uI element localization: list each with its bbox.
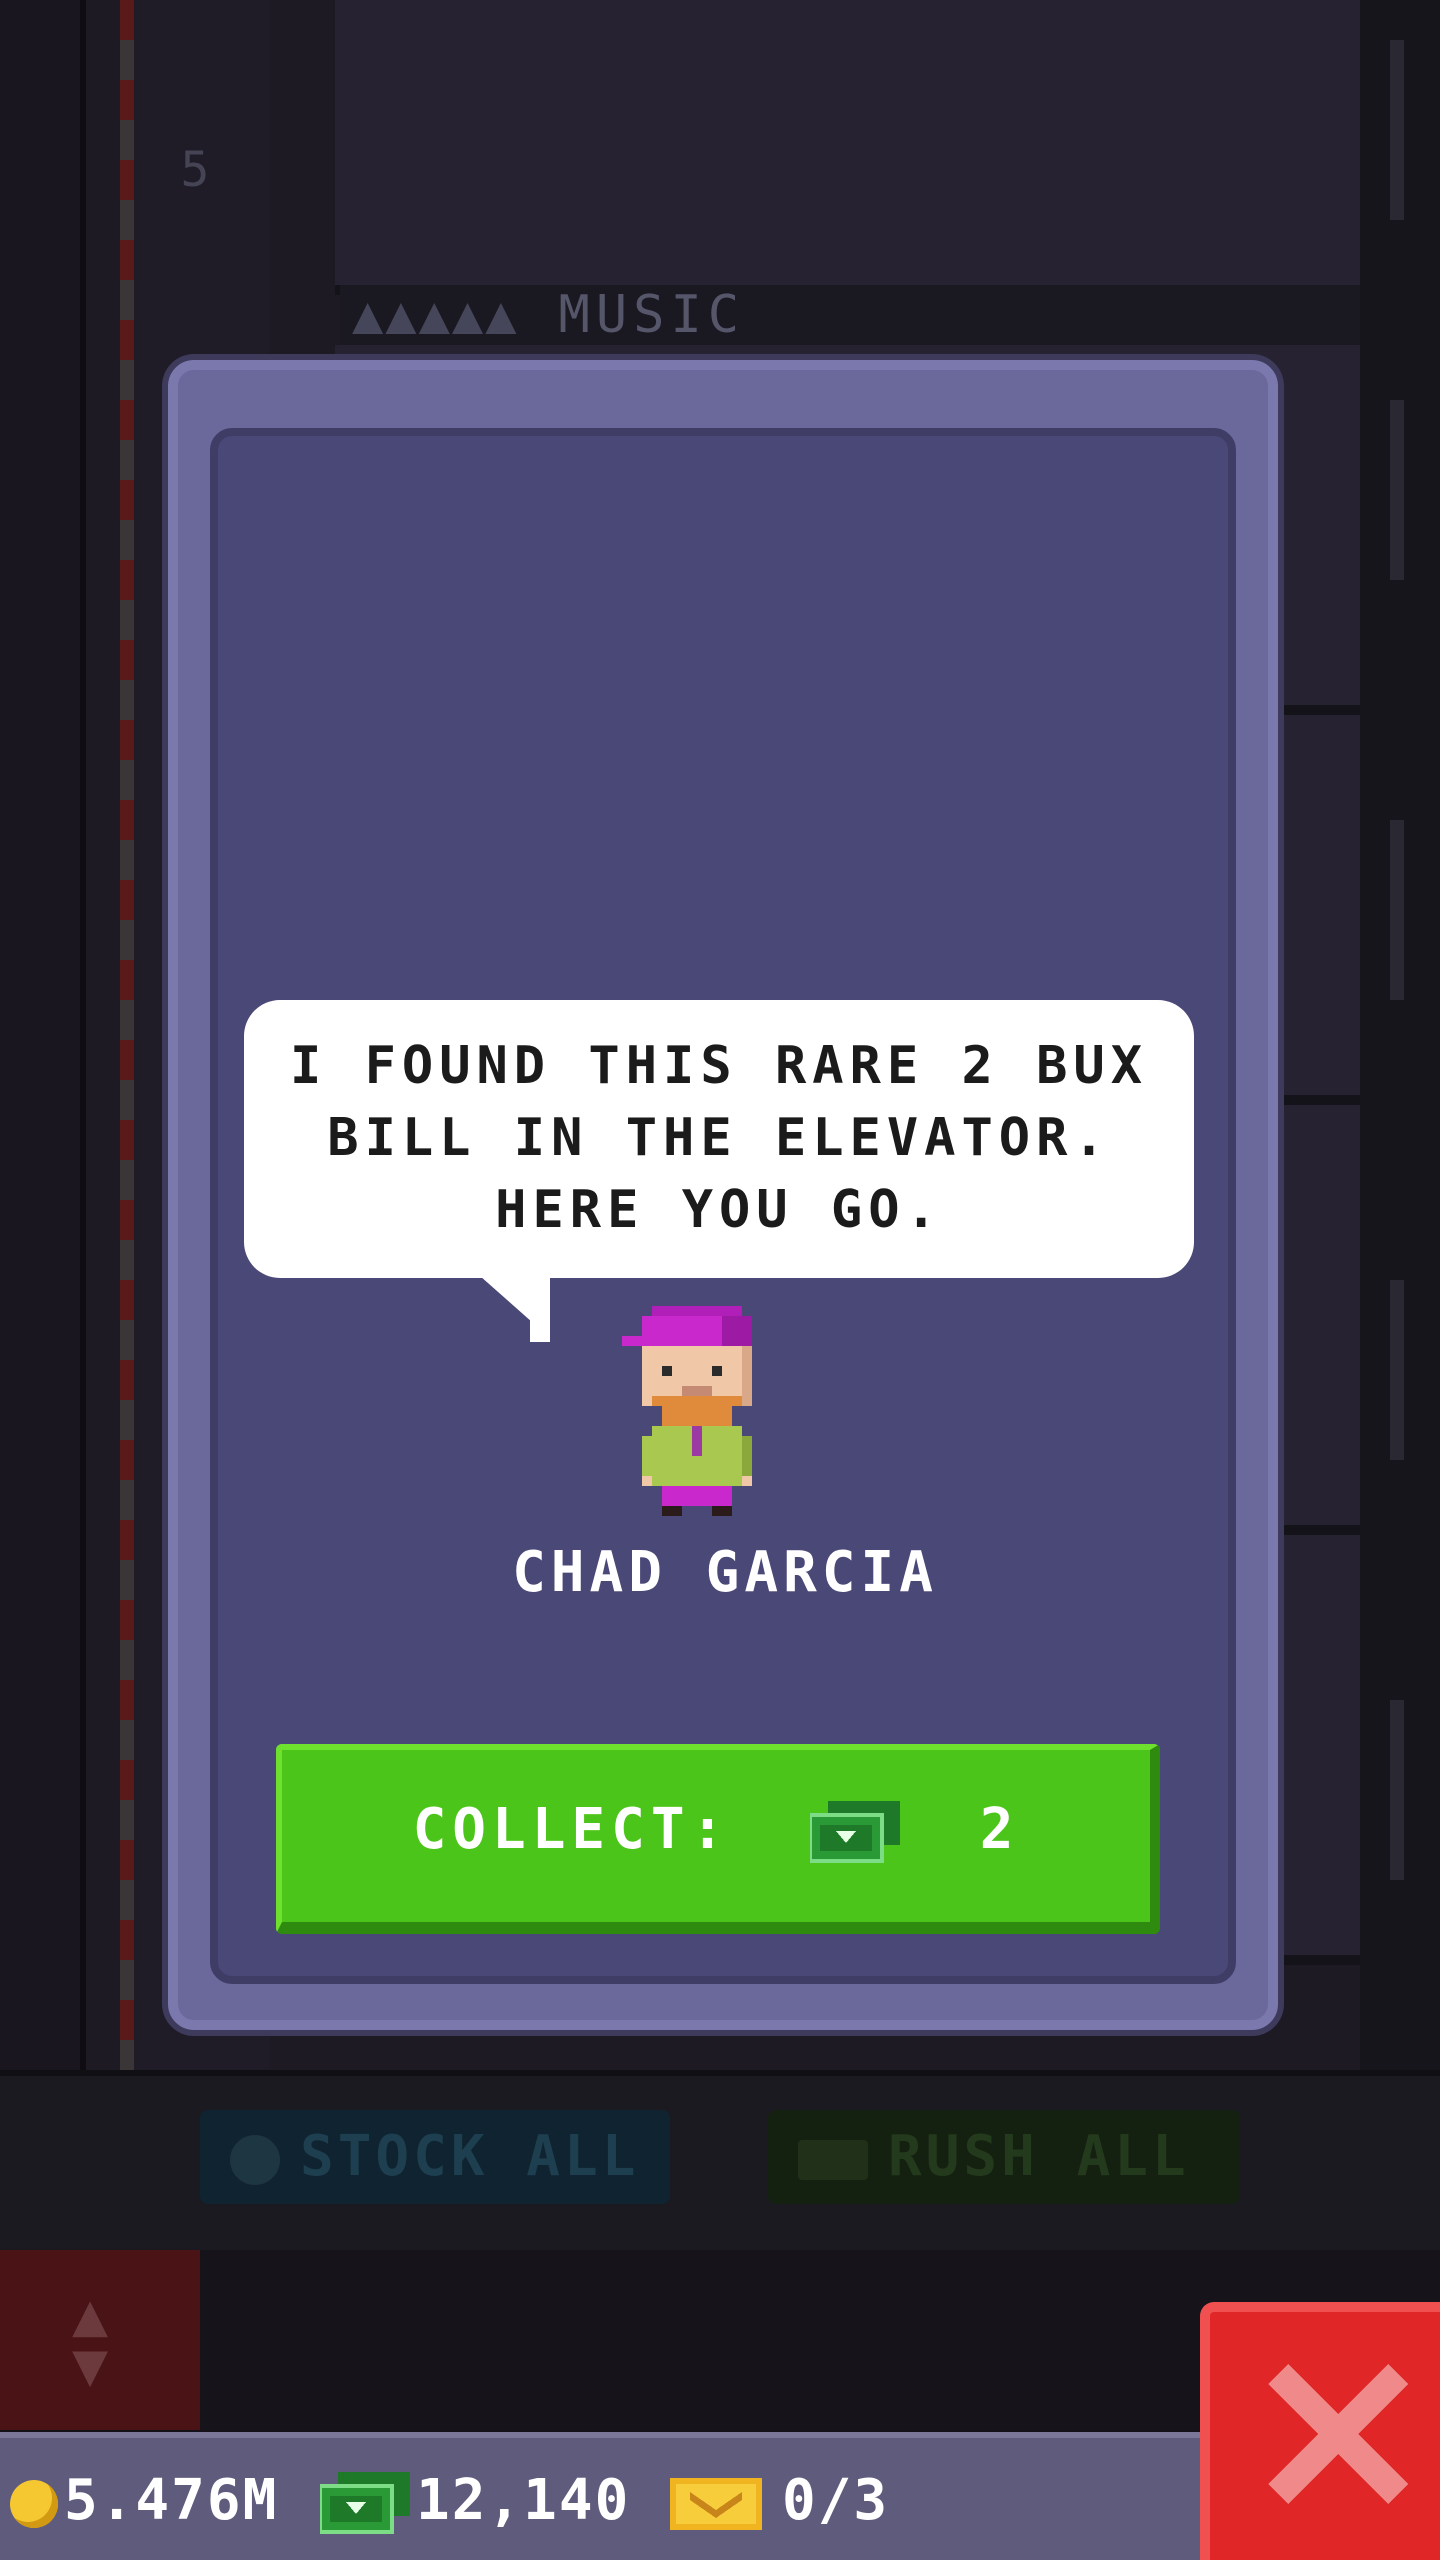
coins-counter: 5.476M xyxy=(10,2466,278,2536)
bux-counter: 12,140 xyxy=(320,2466,630,2536)
character-name: CHAD GARCIA xyxy=(512,1540,938,1605)
speech-bubble-tail-edge xyxy=(530,1276,550,1342)
stock-all-button[interactable]: STOCK ALL xyxy=(200,2110,670,2204)
floor-label: ▲▲▲▲▲ MUSIC xyxy=(340,285,1360,345)
elevator-button[interactable]: ▲ ▼ xyxy=(0,2250,200,2430)
rush-all-button[interactable]: RUSH ALL xyxy=(768,2110,1240,2204)
tower-edge xyxy=(1360,0,1440,2070)
close-button[interactable] xyxy=(1200,2302,1440,2560)
coin-icon xyxy=(10,2479,58,2528)
speech-bubble: I FOUND THIS RARE 2 BUX BILL IN THE ELEV… xyxy=(244,1000,1194,1278)
bux-icon xyxy=(320,2471,410,2534)
bux-icon xyxy=(798,2139,868,2180)
close-icon xyxy=(1268,2364,1408,2504)
tickets-counter: 0/3 xyxy=(670,2466,889,2536)
floor-room[interactable] xyxy=(335,0,1360,295)
collect-label: COLLECT: xyxy=(412,1797,731,1862)
collect-amount: 2 xyxy=(979,1797,1020,1862)
floor-number: 5 xyxy=(180,142,210,198)
currency-bar: 5.476M 12,140 0/3 xyxy=(0,2432,1200,2560)
ticket-icon xyxy=(670,2477,762,2530)
collect-button[interactable]: COLLECT: 2 xyxy=(276,1744,1160,1934)
character-avatar xyxy=(622,1306,752,1516)
clock-icon xyxy=(230,2134,280,2185)
up-down-arrows-icon: ▲ ▼ xyxy=(71,2280,109,2400)
bux-icon xyxy=(810,1800,900,1863)
elevator-shaft xyxy=(0,0,86,2070)
